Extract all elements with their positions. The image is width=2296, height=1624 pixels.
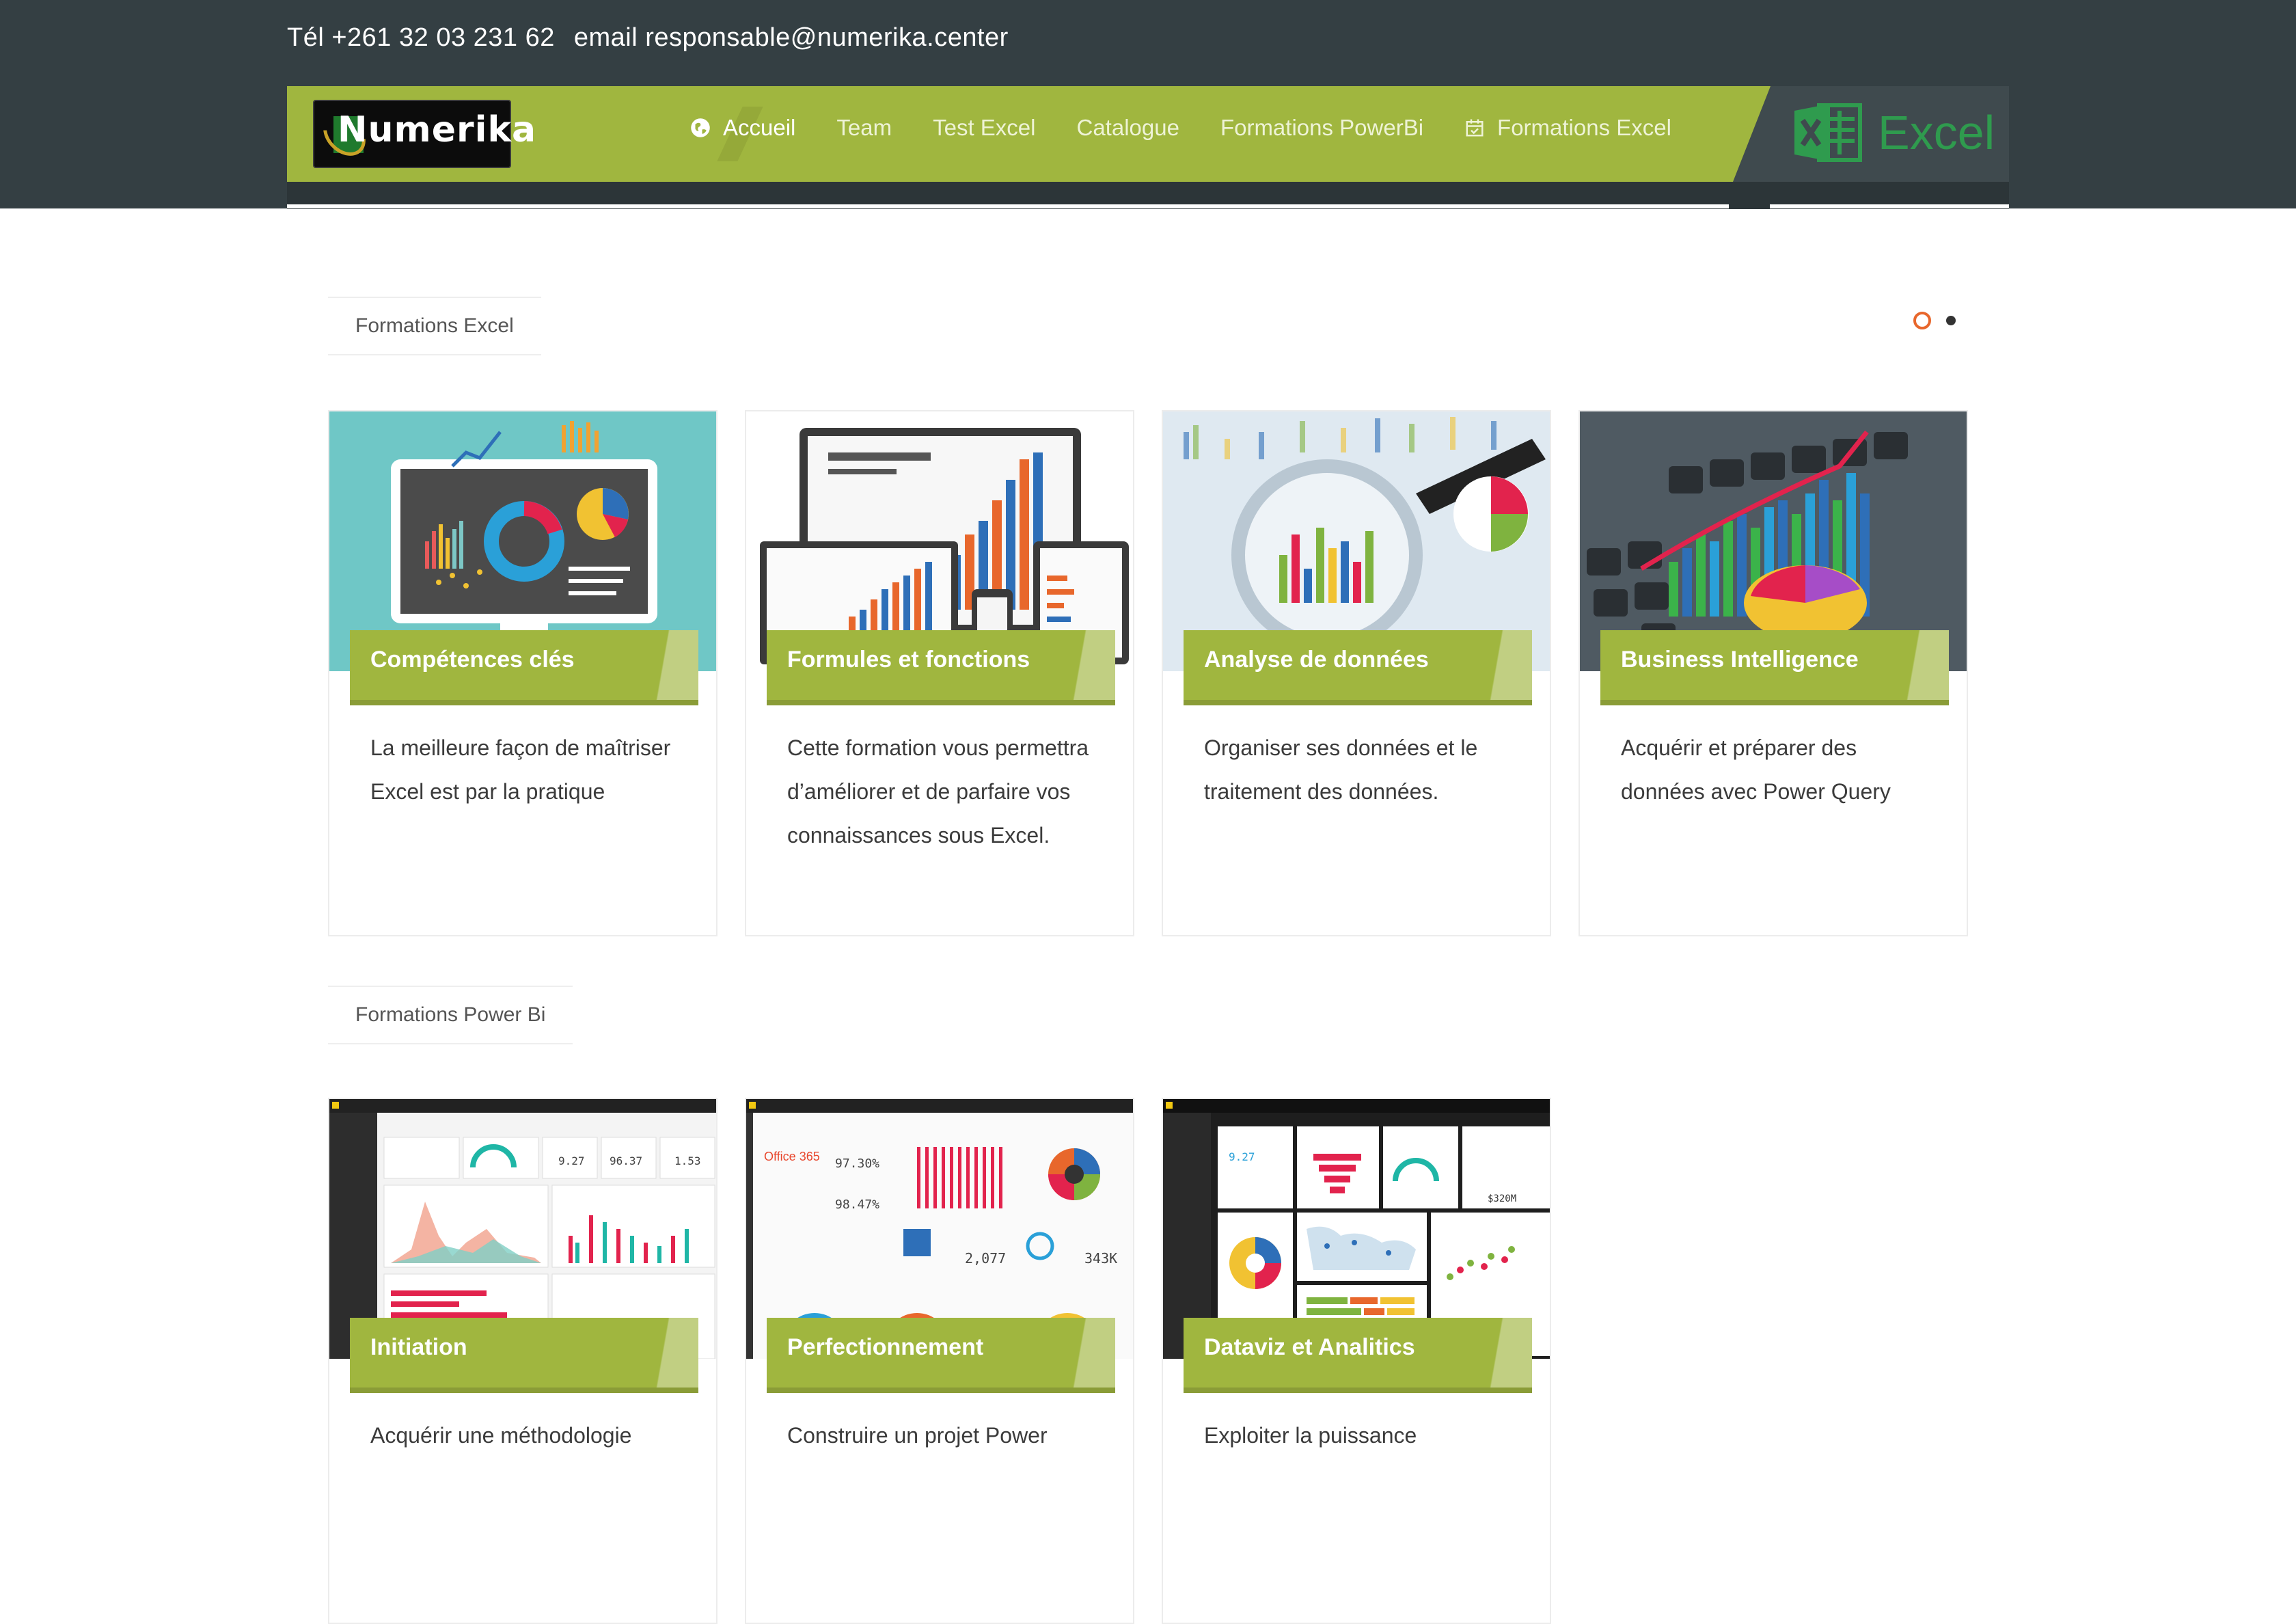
excel-badge-shadow bbox=[1729, 182, 1770, 209]
nav-label: Test Excel bbox=[933, 115, 1036, 140]
banner-shadow bbox=[1184, 700, 1532, 705]
course-card-initiation[interactable]: 9.27 96.37 1.53 Initiation Acquérir une … bbox=[328, 1098, 718, 1624]
kpi-value: 9.27 bbox=[558, 1154, 585, 1167]
course-card-dataviz[interactable]: 9.27 $320M Dataviz et Analitics Exploite… bbox=[1162, 1098, 1551, 1624]
kpi-value: 97.30% bbox=[835, 1156, 879, 1171]
section-title-powerbi: Formations Power Bi bbox=[328, 986, 573, 1044]
section-title-excel: Formations Excel bbox=[328, 297, 541, 355]
nav-label: Catalogue bbox=[1076, 115, 1179, 140]
kpi-value: 9.27 bbox=[1229, 1150, 1255, 1163]
nav-item-formations-powerbi[interactable]: Formations PowerBi bbox=[1220, 115, 1423, 141]
kpi-value: 1.53 bbox=[674, 1154, 701, 1167]
kpi-value: 2,077 bbox=[965, 1250, 1006, 1267]
card-title[interactable]: Business Intelligence bbox=[1621, 647, 1859, 673]
carousel-dot[interactable] bbox=[1946, 316, 1956, 325]
nav-item-accueil[interactable]: Accueil bbox=[690, 115, 795, 141]
course-card-perfectionnement[interactable]: Office 365 97.30% 98.47% 2,077 343K Perf… bbox=[745, 1098, 1134, 1624]
excel-label: Excel bbox=[1878, 106, 1995, 159]
course-card-formules[interactable]: Formules et fonctions Cette formation vo… bbox=[745, 410, 1134, 936]
kpi-value: 98.47% bbox=[835, 1197, 879, 1212]
banner-shadow bbox=[767, 1388, 1115, 1393]
numerika-logo[interactable]: Numerika bbox=[313, 100, 536, 168]
nav-label: Accueil bbox=[723, 115, 796, 140]
calendar-icon bbox=[1466, 119, 1484, 137]
kpi-value: $320M bbox=[1488, 1193, 1516, 1204]
nav-item-formations-excel[interactable]: Formations Excel bbox=[1464, 115, 1671, 141]
phone-number: Tél +261 32 03 231 62 bbox=[287, 23, 555, 52]
banner-shadow bbox=[350, 1388, 698, 1393]
banner-shadow bbox=[767, 700, 1115, 705]
carousel-dot-active[interactable] bbox=[1913, 312, 1931, 329]
logo-text: Numerika bbox=[338, 109, 537, 150]
globe-icon bbox=[691, 118, 710, 137]
nav-menu: Accueil Team Test Excel Catalogue Format… bbox=[690, 115, 1712, 141]
nav-item-catalogue[interactable]: Catalogue bbox=[1076, 115, 1179, 141]
card-title[interactable]: Initiation bbox=[370, 1334, 467, 1361]
excel-icon bbox=[1794, 103, 1862, 162]
card-title[interactable]: Perfectionnement bbox=[787, 1334, 983, 1361]
contact-info: Tél +261 32 03 231 62 email responsable@n… bbox=[287, 23, 1028, 53]
banner-shadow bbox=[1600, 700, 1949, 705]
nav-item-test-excel[interactable]: Test Excel bbox=[933, 115, 1035, 141]
banner-shadow bbox=[1184, 1388, 1532, 1393]
banner-shadow bbox=[350, 700, 698, 705]
card-description: Exploiter la puissance bbox=[1204, 1423, 1417, 1448]
course-card-competences[interactable]: Compétences clés La meilleure façon de m… bbox=[328, 410, 718, 936]
card-title[interactable]: Analyse de données bbox=[1204, 647, 1429, 673]
card-description: Construire un projet Power bbox=[787, 1423, 1048, 1448]
nav-item-team[interactable]: Team bbox=[836, 115, 892, 141]
card-title[interactable]: Compétences clés bbox=[370, 647, 575, 673]
kpi-value: 96.37 bbox=[610, 1154, 642, 1167]
nav-label: Formations Excel bbox=[1497, 115, 1671, 140]
card-description: Acquérir une méthodologie bbox=[370, 1423, 632, 1448]
office365-label: Office 365 bbox=[764, 1150, 820, 1163]
kpi-value: 343K bbox=[1084, 1250, 1117, 1267]
card-title[interactable]: Dataviz et Analitics bbox=[1204, 1334, 1415, 1361]
carousel-dots bbox=[1913, 312, 1956, 329]
course-card-business-intelligence[interactable]: Business Intelligence Acquérir et prépar… bbox=[1578, 410, 1968, 936]
card-description: Cette formation vous permettra d’amélior… bbox=[787, 735, 1089, 848]
nav-label: Team bbox=[836, 115, 892, 140]
email-address[interactable]: email responsable@numerika.center bbox=[574, 23, 1009, 52]
excel-badge: Excel bbox=[1794, 100, 1995, 165]
course-card-analyse[interactable]: Analyse de données Organiser ses données… bbox=[1162, 410, 1551, 936]
card-description: Organiser ses données et le traitement d… bbox=[1204, 735, 1478, 804]
card-description: Acquérir et préparer des données avec Po… bbox=[1621, 735, 1891, 804]
card-title[interactable]: Formules et fonctions bbox=[787, 647, 1030, 673]
nav-label: Formations PowerBi bbox=[1220, 115, 1424, 140]
card-description: La meilleure façon de maîtriser Excel es… bbox=[370, 735, 671, 804]
